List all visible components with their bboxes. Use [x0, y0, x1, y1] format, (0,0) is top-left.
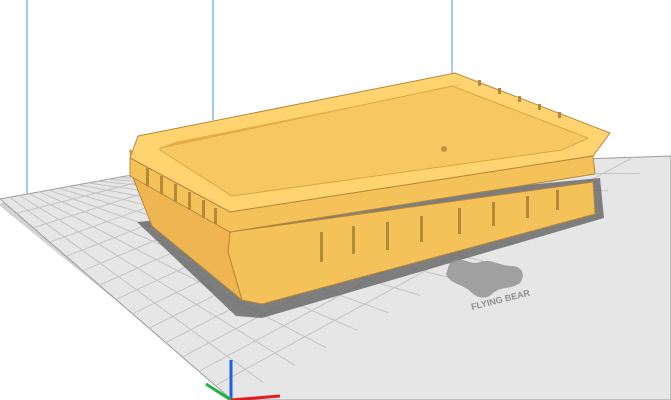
wall-notch [202, 200, 205, 218]
wall-notch [458, 208, 461, 234]
wall-notch [492, 202, 495, 226]
wall-notch [526, 196, 529, 218]
wall-notch [174, 184, 177, 202]
scene-canvas[interactable]: FLYING BEAR [0, 0, 671, 400]
wall-notch [558, 112, 561, 118]
wall-notch [498, 88, 501, 94]
wall-notch [160, 176, 163, 194]
wall-notch [518, 96, 521, 102]
wall-notch [214, 208, 217, 224]
wall-notch [352, 226, 355, 254]
3d-viewport[interactable]: FLYING BEAR [0, 0, 671, 400]
wall-notch [386, 222, 389, 250]
wall-notch [320, 232, 323, 262]
wall-notch [188, 192, 191, 210]
wall-notch [556, 190, 559, 210]
wall-notch [420, 216, 423, 242]
wall-notch [146, 168, 149, 186]
wall-notch [538, 104, 541, 110]
wall-notch [478, 80, 481, 86]
tray-mounting-hole [441, 146, 447, 152]
